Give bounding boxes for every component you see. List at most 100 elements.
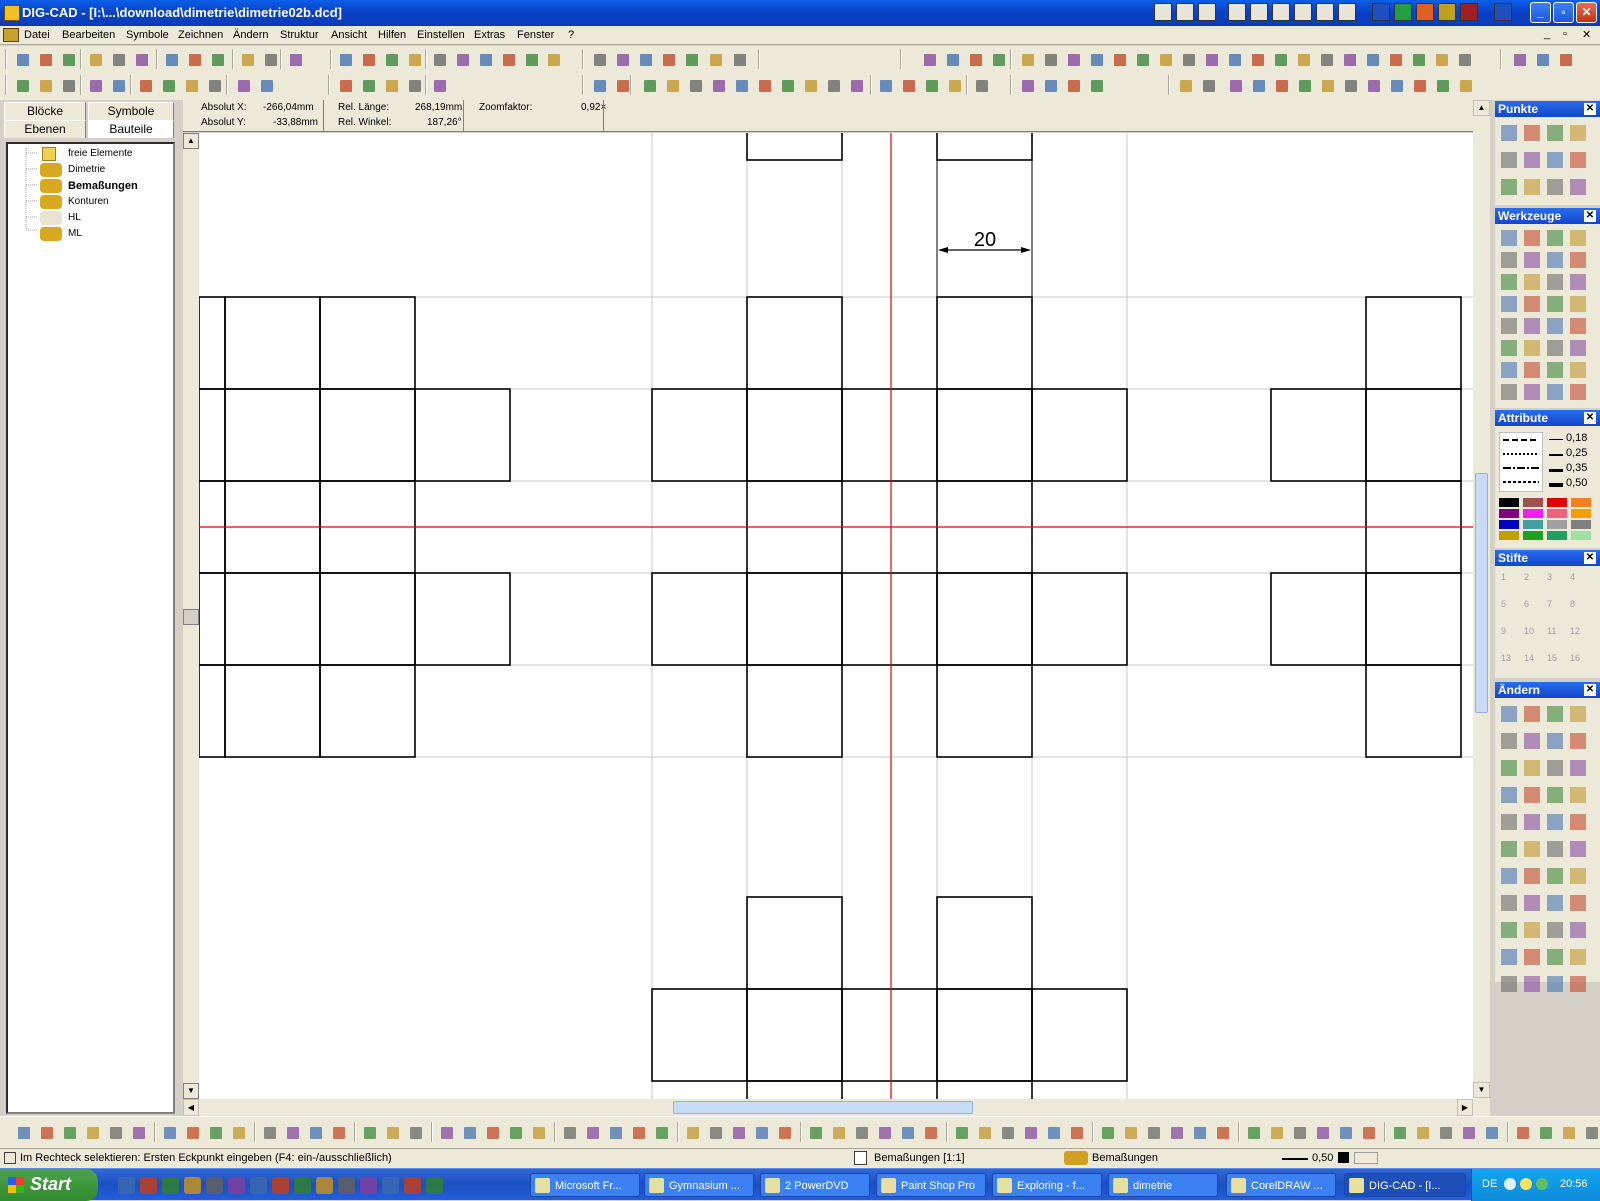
modify-tool-icon[interactable]: [1501, 868, 1517, 884]
drawn-rectangle[interactable]: [936, 388, 1033, 482]
tool-icon[interactable]: [1021, 1123, 1039, 1141]
pen-slot[interactable]: 15: [1547, 653, 1557, 663]
language-indicator[interactable]: DE: [1482, 1178, 1497, 1190]
point-tool-icon[interactable]: [1501, 179, 1517, 195]
tool-icon[interactable]: [1272, 76, 1290, 94]
tray-app-icon[interactable]: [1494, 3, 1512, 21]
taskbar-button[interactable]: CorelDRAW ...: [1226, 1173, 1336, 1197]
tool-icon[interactable]: [1249, 76, 1267, 94]
tool-icon[interactable]: [499, 50, 517, 68]
tool-icon[interactable]: [60, 1123, 78, 1141]
tool-icon[interactable]: [663, 76, 681, 94]
scroll-down-button[interactable]: ▼: [1473, 1082, 1490, 1098]
modify-tool-icon[interactable]: [1524, 787, 1540, 803]
modify-tool-icon[interactable]: [1501, 922, 1517, 938]
tool-icon[interactable]: [1110, 50, 1128, 68]
quick-launch-icon[interactable]: [206, 1177, 223, 1194]
tool-icon[interactable]: [636, 50, 654, 68]
scroll-thumb[interactable]: [673, 1101, 973, 1114]
tool-icon[interactable]: [83, 1123, 101, 1141]
color-swatch[interactable]: [1499, 531, 1519, 540]
tool-icon[interactable]: [260, 1123, 278, 1141]
tool-icon[interactable]: [36, 76, 54, 94]
tool-icon[interactable]: [1156, 50, 1174, 68]
status-pen-width[interactable]: 0,50: [1312, 1152, 1333, 1164]
drawn-rectangle[interactable]: [841, 572, 938, 666]
tree-node-label[interactable]: Dimetrie: [68, 164, 105, 175]
modify-tool-icon[interactable]: [1547, 949, 1563, 965]
color-palette[interactable]: [1499, 498, 1595, 542]
drawn-rectangle[interactable]: [1031, 572, 1128, 666]
drawn-rectangle[interactable]: [414, 572, 511, 666]
drawn-rectangle[interactable]: [224, 296, 321, 390]
drawing-tool-icon[interactable]: [1501, 296, 1517, 312]
mdi-close-button[interactable]: ✕: [1582, 28, 1591, 41]
drawing-tool-icon[interactable]: [1524, 252, 1540, 268]
tool-icon[interactable]: [1018, 50, 1036, 68]
point-tool-icon[interactable]: [1570, 125, 1586, 141]
close-icon[interactable]: ✕: [1584, 103, 1596, 115]
quick-launch-icon[interactable]: [272, 1177, 289, 1194]
tool-icon[interactable]: [1064, 76, 1082, 94]
tool-icon[interactable]: [629, 1123, 647, 1141]
point-tool-icon[interactable]: [1524, 125, 1540, 141]
tool-icon[interactable]: [59, 76, 77, 94]
drawing-tool-icon[interactable]: [1524, 296, 1540, 312]
tool-icon[interactable]: [132, 50, 150, 68]
tool-icon[interactable]: [1433, 76, 1451, 94]
tool-icon[interactable]: [476, 50, 494, 68]
tool-icon[interactable]: [483, 1123, 501, 1141]
tool-icon[interactable]: [162, 50, 180, 68]
menu-symbole[interactable]: Symbole: [126, 29, 169, 41]
tool-icon[interactable]: [583, 1123, 601, 1141]
drawn-rectangle[interactable]: [1270, 572, 1367, 666]
drawn-rectangle[interactable]: [199, 664, 226, 758]
modify-tool-icon[interactable]: [1547, 814, 1563, 830]
drawing-tool-icon[interactable]: [1547, 296, 1563, 312]
tool-icon[interactable]: [899, 76, 917, 94]
tool-icon[interactable]: [1044, 1123, 1062, 1141]
drawn-rectangle[interactable]: [936, 988, 1033, 1082]
tool-icon[interactable]: [1041, 76, 1059, 94]
tray-app-icon[interactable]: [1176, 3, 1194, 21]
modify-tool-icon[interactable]: [1524, 733, 1540, 749]
color-swatch[interactable]: [1571, 531, 1591, 540]
menu-ansicht[interactable]: Ansicht: [331, 29, 367, 41]
tool-icon[interactable]: [806, 1123, 824, 1141]
pen-slot[interactable]: 7: [1547, 599, 1552, 609]
status-part[interactable]: Bemaßungen: [1092, 1152, 1158, 1164]
tool-icon[interactable]: [382, 50, 400, 68]
tool-icon[interactable]: [430, 50, 448, 68]
drawn-rectangle[interactable]: [224, 572, 321, 666]
drawn-rectangle[interactable]: [224, 388, 321, 482]
modify-tool-icon[interactable]: [1501, 895, 1517, 911]
tool-icon[interactable]: [652, 1123, 670, 1141]
modify-tool-icon[interactable]: [1570, 814, 1586, 830]
modify-tool-icon[interactable]: [1501, 814, 1517, 830]
tray-app-icon[interactable]: [1272, 3, 1290, 21]
modify-tool-icon[interactable]: [1524, 895, 1540, 911]
tool-icon[interactable]: [208, 50, 226, 68]
color-swatch[interactable]: [1523, 520, 1543, 529]
mdi-minimize-button[interactable]: _: [1544, 28, 1550, 40]
menu-fenster[interactable]: Fenster: [517, 29, 554, 41]
tool-icon[interactable]: [37, 1123, 55, 1141]
tool-icon[interactable]: [1436, 1123, 1454, 1141]
modify-tool-icon[interactable]: [1570, 760, 1586, 776]
tool-icon[interactable]: [437, 1123, 455, 1141]
point-tool-icon[interactable]: [1547, 179, 1563, 195]
horizontal-scrollbar[interactable]: ◀ ▶: [183, 1099, 1490, 1116]
quick-launch-icon[interactable]: [316, 1177, 333, 1194]
color-swatch[interactable]: [1571, 509, 1591, 518]
menu-bearbeiten[interactable]: Bearbeiten: [62, 29, 115, 41]
tool-icon[interactable]: [1190, 1123, 1208, 1141]
quick-launch-icon[interactable]: [360, 1177, 377, 1194]
tool-icon[interactable]: [709, 76, 727, 94]
tool-icon[interactable]: [752, 1123, 770, 1141]
drawn-rectangle[interactable]: [1031, 388, 1128, 482]
menu-zeichnen[interactable]: Zeichnen: [178, 29, 223, 41]
tool-icon[interactable]: [109, 50, 127, 68]
modify-tool-icon[interactable]: [1547, 706, 1563, 722]
drawing-tool-icon[interactable]: [1501, 230, 1517, 246]
drawn-rectangle[interactable]: [746, 388, 843, 482]
